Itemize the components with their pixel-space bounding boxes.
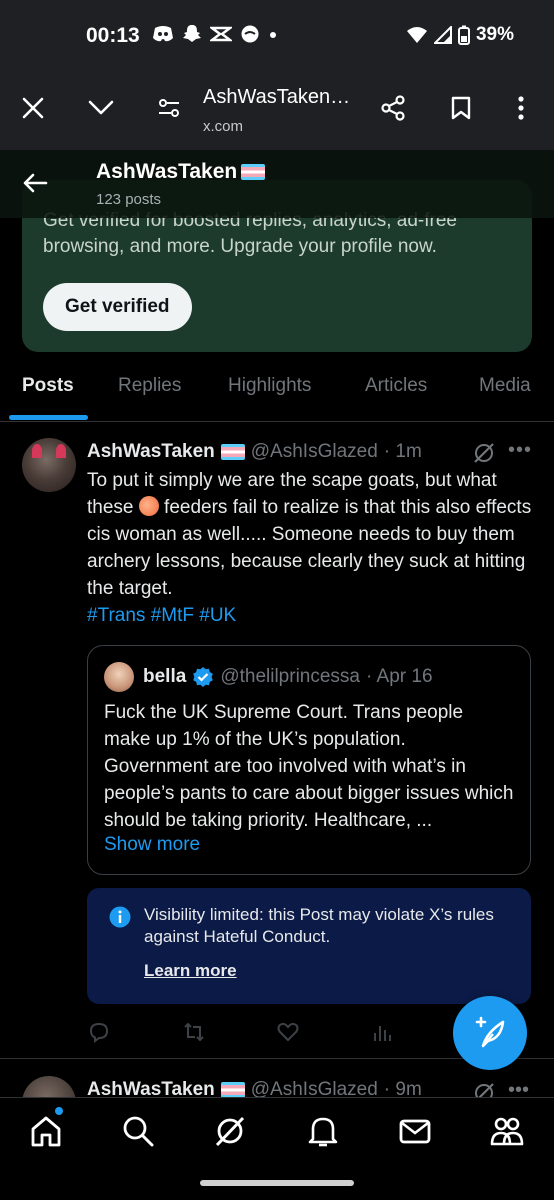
profile-name-row: AshWasTaken <box>96 160 266 184</box>
visibility-notice-text: Visibility limited: this Post may violat… <box>144 905 494 946</box>
info-icon <box>109 906 131 928</box>
verified-badge-icon <box>193 667 214 687</box>
bookmark-button[interactable] <box>441 88 481 128</box>
tab-articles[interactable]: Articles <box>365 375 427 397</box>
quoted-author-name: bella <box>143 666 187 687</box>
like-icon[interactable] <box>276 1020 300 1044</box>
profile-header: AshWasTaken 123 posts <box>0 150 554 218</box>
show-more-link[interactable]: Show more <box>104 834 200 856</box>
bookmark-icon <box>451 96 471 120</box>
status-time: 00:13 <box>86 24 140 47</box>
visibility-notice: Visibility limited: this Post may violat… <box>87 888 531 1004</box>
notifications-bell-icon[interactable] <box>306 1114 340 1148</box>
more-options-icon[interactable]: ••• <box>508 439 532 462</box>
browser-menu-button[interactable] <box>501 88 541 128</box>
tweet-author-name[interactable]: AshWasTaken <box>87 441 215 463</box>
quoted-author-handle: @thelilprincessa <box>220 666 360 687</box>
quoted-tweet[interactable]: bella @thelilprincessa · Apr 16 Fuck the… <box>87 645 531 875</box>
peach-emoji-icon <box>138 496 159 516</box>
tab-posts[interactable]: Posts <box>22 375 74 397</box>
home-notification-dot <box>55 1107 63 1115</box>
browser-page-title: AshWasTaken… <box>203 86 351 108</box>
back-arrow-icon[interactable] <box>20 168 50 198</box>
quoted-time: · Apr 16 <box>366 666 433 687</box>
home-icon[interactable] <box>29 1114 63 1148</box>
close-tab-button[interactable] <box>13 88 53 128</box>
chat-icon <box>241 25 259 43</box>
reply-icon[interactable] <box>87 1020 111 1044</box>
battery-level: 39% <box>475 24 514 45</box>
browser-toolbar: AshWasTaken… x.com <box>0 72 554 150</box>
active-tab-indicator <box>9 415 88 420</box>
messages-mail-icon[interactable] <box>398 1114 432 1148</box>
more-vert-icon <box>518 96 524 120</box>
quoted-header: bella @thelilprincessa · Apr 16 <box>143 666 433 688</box>
views-icon[interactable] <box>371 1020 395 1044</box>
tweet[interactable]: AshWasTaken @AshIsGlazed · 1m ••• To put… <box>0 423 554 1059</box>
tab-media[interactable]: Media <box>479 375 531 397</box>
signal-icon <box>433 26 452 44</box>
tab-replies[interactable]: Replies <box>118 375 181 397</box>
snapchat-icon <box>183 25 201 42</box>
avatar[interactable] <box>22 438 76 492</box>
profile-post-count: 123 posts <box>96 191 162 208</box>
wifi-icon <box>406 27 427 43</box>
tweet-text: To put it simply we are the scape goats,… <box>87 470 532 626</box>
browser-url[interactable]: x.com <box>203 118 243 135</box>
home-gesture-bar[interactable] <box>200 1180 354 1186</box>
bottom-navigation <box>0 1097 554 1167</box>
repost-icon[interactable] <box>182 1020 206 1044</box>
site-settings-button[interactable] <box>149 88 189 128</box>
trans-flag-icon <box>220 444 245 460</box>
share-icon <box>381 95 405 121</box>
notification-icons <box>152 24 278 44</box>
minimize-button[interactable] <box>81 88 121 128</box>
trans-flag-icon <box>241 164 266 180</box>
profile-tabs: Posts Replies Highlights Articles Media <box>0 358 554 422</box>
communities-icon[interactable] <box>490 1114 524 1148</box>
search-icon[interactable] <box>121 1114 155 1148</box>
compose-post-button[interactable] <box>453 996 527 1070</box>
close-icon <box>22 97 44 119</box>
tab-highlights[interactable]: Highlights <box>228 375 311 397</box>
compose-feather-icon <box>475 1016 505 1048</box>
share-button[interactable] <box>373 88 413 128</box>
next-tweet[interactable]: AshWasTaken @AshIsGlazed · 9m ••• <box>0 1060 554 1100</box>
tweet-header: AshWasTaken @AshIsGlazed · 1m <box>87 441 422 463</box>
grok-icon[interactable] <box>213 1114 247 1148</box>
profile-name: AshWasTaken <box>96 160 238 183</box>
capcut-icon <box>210 26 232 42</box>
quoted-text: Fuck the UK Supreme Court. Trans people … <box>104 702 514 831</box>
status-right: 39% <box>406 24 514 46</box>
battery-icon <box>457 25 470 45</box>
tune-icon <box>159 99 179 117</box>
dot-icon <box>270 32 276 38</box>
grok-icon[interactable] <box>472 441 496 465</box>
get-verified-button[interactable]: Get verified <box>43 283 192 331</box>
quoted-avatar[interactable] <box>104 662 134 692</box>
tweet-hashtags[interactable]: #Trans #MtF #UK <box>87 605 236 626</box>
learn-more-link[interactable]: Learn more <box>144 961 237 981</box>
trans-flag-icon <box>220 1082 245 1098</box>
gesture-navigation-area <box>0 1167 554 1200</box>
tweet-author-handle[interactable]: @AshIsGlazed <box>251 441 378 463</box>
chevron-down-icon <box>88 100 114 115</box>
tweet-time: · 1m <box>383 441 422 462</box>
discord-icon <box>153 26 173 42</box>
status-bar: 00:13 39% <box>0 0 554 72</box>
